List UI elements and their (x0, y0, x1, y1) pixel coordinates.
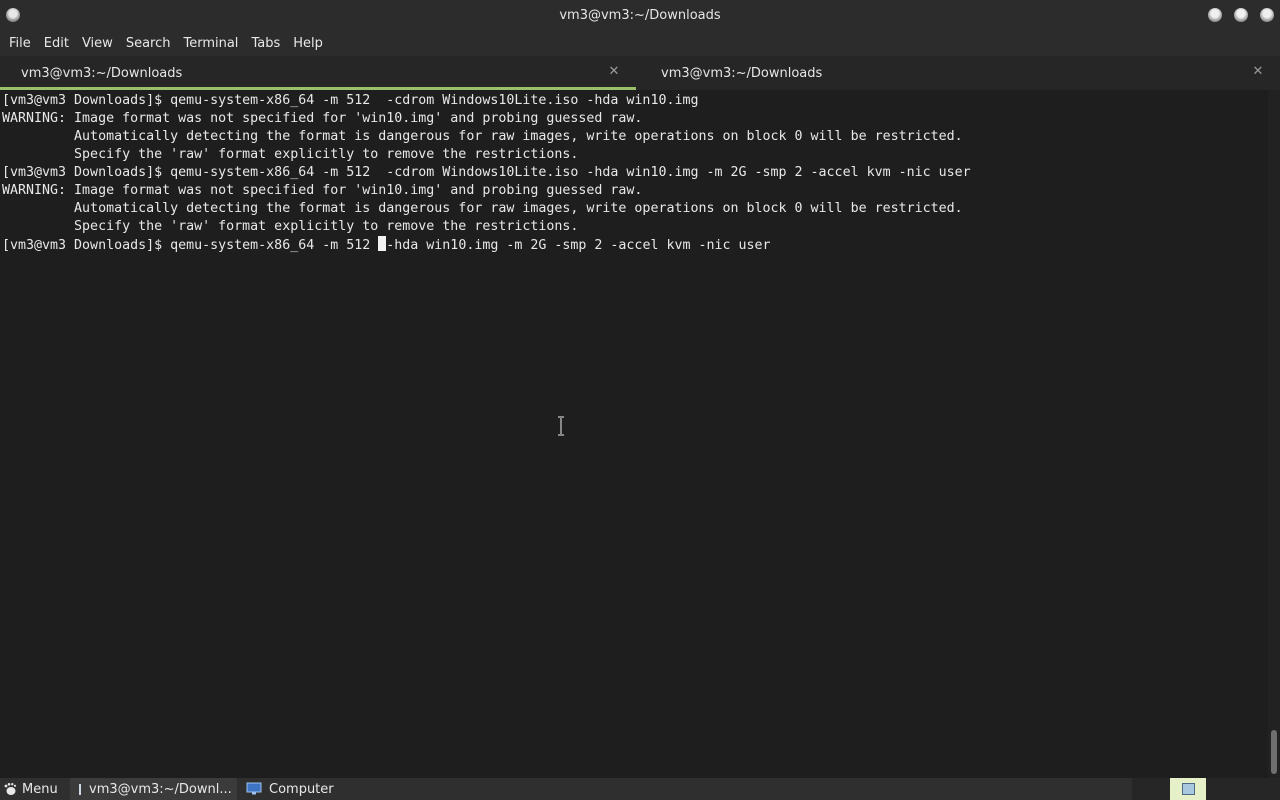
ibeam-cursor-icon (558, 416, 564, 436)
title-bar[interactable]: vm3@vm3:~/Downloads (0, 0, 1280, 30)
terminal-line: Automatically detecting the format is da… (2, 201, 963, 216)
tab-1[interactable]: vm3@vm3:~/Downloads ✕ (0, 56, 636, 90)
taskbar-item-computer[interactable]: Computer (237, 778, 340, 800)
window-title: vm3@vm3:~/Downloads (559, 7, 721, 23)
terminal-line: [vm3@vm3 Downloads]$ qemu-system-x86_64 … (2, 165, 971, 180)
terminal-line: Specify the 'raw' format explicitly to r… (2, 219, 579, 234)
menu-search[interactable]: Search (119, 36, 177, 51)
taskbar: Menu vm3@vm3:~/Downl... Computer (0, 778, 1280, 800)
terminal-line: WARNING: Image format was not specified … (2, 111, 643, 126)
menu-help[interactable]: Help (286, 36, 329, 51)
tab-2[interactable]: vm3@vm3:~/Downloads ✕ (640, 56, 1280, 90)
computer-icon (246, 782, 262, 795)
show-desktop-button[interactable] (1170, 778, 1206, 800)
menu-edit[interactable]: Edit (37, 36, 75, 51)
window-menu-icon[interactable] (6, 8, 20, 22)
terminal-window: vm3@vm3:~/Downloads File Edit View Searc… (0, 0, 1280, 778)
start-menu-button[interactable]: Menu (0, 782, 64, 797)
window-controls (1208, 8, 1274, 22)
close-window-button[interactable] (1260, 8, 1274, 22)
tab-label: vm3@vm3:~/Downloads (661, 65, 823, 81)
terminal-icon (79, 783, 81, 795)
terminal-line: Automatically detecting the format is da… (2, 129, 963, 144)
terminal-prompt-line[interactable]: [vm3@vm3 Downloads]$ qemu-system-x86_64 … (2, 236, 771, 254)
prompt-text-after-cursor: -hda win10.img -m 2G -smp 2 -accel kvm -… (386, 238, 771, 253)
scrollbar-thumb[interactable] (1271, 730, 1277, 774)
minimize-button[interactable] (1208, 8, 1222, 22)
taskbar-item-label: vm3@vm3:~/Downl... (89, 781, 232, 797)
terminal-line: Specify the 'raw' format explicitly to r… (2, 147, 579, 162)
terminal-scrollbar[interactable] (1268, 90, 1280, 778)
start-menu-label: Menu (22, 781, 58, 797)
taskbar-item-terminal[interactable]: vm3@vm3:~/Downl... (70, 778, 237, 800)
maximize-button[interactable] (1234, 8, 1248, 22)
prompt-text: [vm3@vm3 Downloads]$ qemu-system-x86_64 … (2, 238, 379, 253)
taskbar-item-label: Computer (269, 781, 334, 797)
menu-tabs[interactable]: Tabs (244, 36, 286, 51)
tab-bar: vm3@vm3:~/Downloads ✕ vm3@vm3:~/Download… (0, 56, 1280, 90)
menu-terminal[interactable]: Terminal (176, 36, 244, 51)
tab-label: vm3@vm3:~/Downloads (21, 65, 183, 81)
menu-view[interactable]: View (75, 36, 119, 51)
menu-bar: File Edit View Search Terminal Tabs Help (0, 30, 1280, 56)
gnome-foot-icon (4, 783, 17, 795)
tab-close-icon[interactable]: ✕ (607, 65, 621, 79)
menu-file[interactable]: File (2, 36, 37, 51)
terminal-output[interactable]: [vm3@vm3 Downloads]$ qemu-system-x86_64 … (0, 90, 1268, 778)
desktop-icon (1182, 783, 1195, 795)
tab-close-icon[interactable]: ✕ (1251, 65, 1265, 79)
system-tray (1132, 778, 1280, 800)
terminal-line: WARNING: Image format was not specified … (2, 183, 643, 198)
terminal-line: [vm3@vm3 Downloads]$ qemu-system-x86_64 … (2, 93, 699, 108)
